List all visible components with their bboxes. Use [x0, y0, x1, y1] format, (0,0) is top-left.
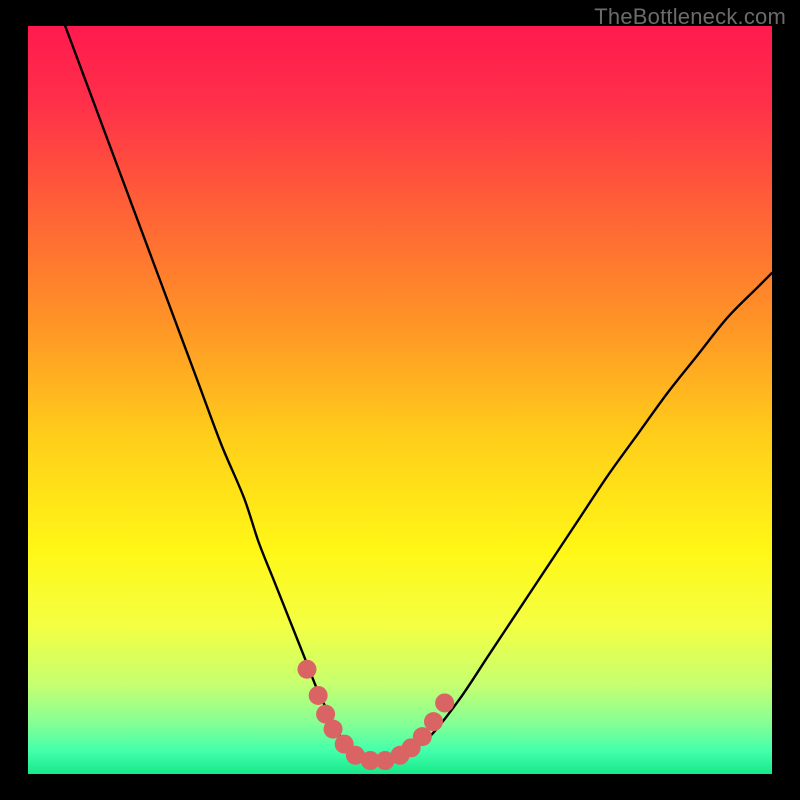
chart-container: TheBottleneck.com: [0, 0, 800, 800]
curve-marker: [298, 660, 317, 679]
curve-markers: [298, 660, 455, 770]
curve-marker: [435, 693, 454, 712]
plot-area: [28, 26, 772, 774]
curve-marker: [309, 686, 328, 705]
curve-marker: [424, 712, 443, 731]
bottleneck-curve: [65, 26, 772, 763]
curve-layer: [28, 26, 772, 774]
